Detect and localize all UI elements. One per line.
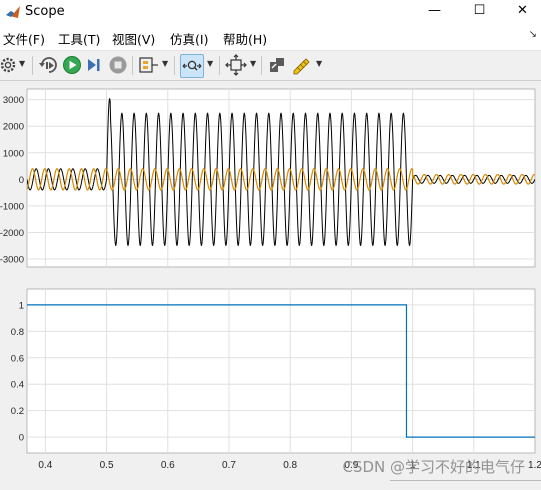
- zoom-dropdown-icon[interactable]: ▼: [207, 59, 213, 68]
- maximize-button[interactable]: ☐: [457, 0, 502, 24]
- toolbar: ▼ ▼ ▼ ▼ ▼: [0, 51, 541, 81]
- y-tick-label: 2000: [3, 122, 24, 133]
- y-tick-label: 0.4: [11, 380, 24, 391]
- step-back-icon[interactable]: [38, 54, 60, 76]
- y-tick-label: -1000: [0, 201, 24, 212]
- watermark-text: CSDN @学习不好的电气仔: [342, 458, 525, 476]
- menu-bar: 文件(F) 工具(T) 视图(V) 仿真(I) 帮助(H) ↘: [0, 24, 541, 51]
- scope-charts[interactable]: 3000 2000 1000 0 -1000 -2000 -3000 1 0.8 0.6 0.4 0.…: [0, 81, 541, 486]
- y-tick-label: 3000: [3, 95, 24, 106]
- toolbar-separator: [261, 56, 262, 75]
- style-dropdown-icon[interactable]: ▼: [316, 59, 322, 68]
- y-tick-label: 0: [19, 433, 24, 444]
- stop-icon[interactable]: [107, 54, 129, 76]
- y-tick-label: -3000: [0, 255, 24, 266]
- x-tick-label: 0.6: [161, 460, 175, 471]
- style-icon[interactable]: [291, 54, 313, 76]
- y-tick-label: 1000: [3, 148, 24, 159]
- signal-select-icon[interactable]: [138, 54, 160, 76]
- toolbar-separator: [219, 56, 220, 75]
- menu-simulation[interactable]: 仿真(I): [170, 29, 208, 48]
- close-button[interactable]: ✕: [500, 0, 541, 24]
- autoscale-icon[interactable]: [225, 54, 247, 76]
- menu-view[interactable]: 视图(V): [112, 29, 155, 48]
- menu-tools[interactable]: 工具(T): [58, 29, 100, 48]
- toolbar-separator: [174, 56, 175, 75]
- x-tick-label: 0.7: [222, 460, 236, 471]
- x-tick-label: 0.4: [38, 460, 52, 471]
- toolbar-separator: [132, 56, 133, 75]
- signal-select-dropdown-icon[interactable]: ▼: [162, 59, 168, 68]
- zoom-icon[interactable]: [180, 54, 204, 78]
- y-tick-label: 0.2: [11, 406, 24, 417]
- highlight-block-icon[interactable]: [266, 54, 288, 76]
- toolbar-separator: [32, 56, 33, 75]
- title-bar: Scope — ☐ ✕: [0, 0, 541, 24]
- x-tick-label: 0.8: [283, 460, 297, 471]
- settings-dropdown-icon[interactable]: ▼: [19, 59, 25, 68]
- menu-help[interactable]: 帮助(H): [223, 29, 267, 48]
- step-forward-icon[interactable]: [84, 54, 106, 76]
- menu-dock-arrow-icon[interactable]: ↘: [529, 29, 537, 40]
- matlab-logo-icon: [6, 6, 20, 18]
- axes-2-background: [26, 288, 536, 454]
- y-tick-label: 0.8: [11, 327, 24, 338]
- run-icon[interactable]: [61, 54, 83, 76]
- y-tick-label: 0: [19, 175, 24, 186]
- scope-plot-area: 3000 2000 1000 0 -1000 -2000 -3000 1 0.8 0.6 0.4 0.…: [0, 81, 541, 486]
- y-tick-label: 0.6: [11, 353, 24, 364]
- x-tick-label: 1.2: [528, 460, 541, 471]
- y-tick-label: 1: [19, 300, 24, 311]
- x-tick-label: 0.5: [100, 460, 114, 471]
- menu-file[interactable]: 文件(F): [3, 29, 45, 48]
- minimize-button[interactable]: —: [412, 0, 457, 24]
- window-title: Scope: [25, 4, 65, 19]
- y-tick-label: -2000: [0, 228, 24, 239]
- autoscale-dropdown-icon[interactable]: ▼: [250, 59, 256, 68]
